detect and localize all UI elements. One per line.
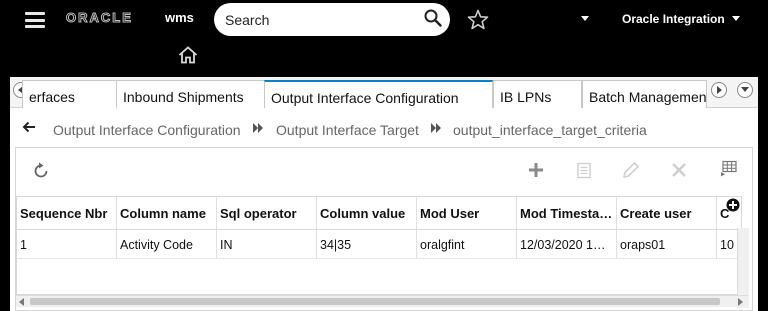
plus-icon[interactable]: [528, 162, 544, 178]
horizontal-scroll-thumb[interactable]: [30, 298, 720, 305]
tab-batch-management[interactable]: Batch Management: [582, 80, 707, 108]
grid-cell: Activity Code: [117, 230, 217, 258]
search-icon[interactable]: [424, 9, 442, 27]
grid-cell: oraps01: [617, 230, 717, 258]
breadcrumb-link[interactable]: Output Interface Configuration: [53, 122, 241, 138]
tab-ib-lpns[interactable]: IB LPNs: [493, 80, 582, 108]
column-header[interactable]: Mod Timestamp: [517, 197, 617, 229]
tab-label: Batch Management: [589, 89, 707, 105]
back-arrow-icon[interactable]: [22, 121, 36, 133]
scroll-right-icon[interactable]: [737, 298, 744, 306]
column-header[interactable]: Sql operator: [217, 197, 317, 229]
tab-inbound-shipments[interactable]: Inbound Shipments: [116, 80, 267, 108]
tab-output-interface-configuration[interactable]: Output Interface Configuration: [264, 80, 493, 108]
tab-scroll-right-icon[interactable]: [711, 82, 727, 98]
copy-icon[interactable]: [576, 162, 592, 179]
breadcrumb-separator-icon: [431, 123, 441, 133]
column-header[interactable]: Column value: [317, 197, 417, 229]
grid-cell: IN: [217, 230, 317, 258]
tab-label: Output Interface Configuration: [271, 90, 459, 106]
plus-circle-icon[interactable]: [726, 198, 740, 212]
table-row[interactable]: 1 Activity Code IN 34|35 oralgfint 12/03…: [17, 230, 741, 259]
hamburger-menu-icon[interactable]: [25, 12, 45, 28]
grid-header-row: Sequence Nbr Column name Sql operator Co…: [17, 197, 741, 230]
data-grid: Sequence Nbr Column name Sql operator Co…: [16, 196, 742, 295]
breadcrumb-separator-icon: [253, 123, 263, 133]
search-box: [214, 3, 450, 36]
breadcrumb: Output Interface Configuration Output In…: [10, 108, 758, 146]
grid-cell: 1: [17, 230, 117, 258]
user-menu-caret-icon[interactable]: [581, 16, 589, 22]
chevron-down-icon[interactable]: [732, 16, 740, 22]
oracle-logo: ORACLE: [66, 10, 133, 26]
tab-label: erfaces: [29, 89, 75, 105]
grid-cell: oralgfint: [417, 230, 517, 258]
star-icon[interactable]: [467, 9, 489, 30]
breadcrumb-link[interactable]: Output Interface Target: [276, 122, 419, 138]
breadcrumb-current: output_interface_target_criteria: [453, 122, 647, 138]
main-content: erfaces Inbound Shipments Output Interfa…: [10, 77, 758, 311]
tab-strip: erfaces Inbound Shipments Output Interfa…: [10, 77, 758, 108]
search-input[interactable]: [225, 10, 415, 29]
grid-cell: 34|35: [317, 230, 417, 258]
pencil-icon[interactable]: [622, 161, 640, 179]
refresh-icon[interactable]: [32, 162, 50, 180]
scroll-left-icon[interactable]: [18, 298, 25, 306]
grid-export-icon[interactable]: [720, 160, 738, 178]
column-header[interactable]: Mod User: [417, 197, 517, 229]
horizontal-scrollbar[interactable]: [16, 295, 748, 307]
column-header[interactable]: Column name: [117, 197, 217, 229]
grid-cell: 12/03/2020 1…: [517, 230, 617, 258]
tab-label: Inbound Shipments: [123, 89, 244, 105]
app-header: ORACLE wms Oracle Integration: [0, 0, 768, 77]
app-name-menu[interactable]: Oracle Integration: [622, 12, 725, 26]
home-icon[interactable]: [178, 46, 198, 64]
tab-label: IB LPNs: [500, 89, 552, 105]
product-name: wms: [165, 10, 194, 25]
x-icon[interactable]: [671, 162, 687, 178]
tab-interfaces[interactable]: erfaces: [22, 80, 117, 108]
column-header[interactable]: Create user: [617, 197, 717, 229]
column-header[interactable]: Sequence Nbr: [17, 197, 117, 229]
tab-list-dropdown-icon[interactable]: [737, 82, 753, 98]
